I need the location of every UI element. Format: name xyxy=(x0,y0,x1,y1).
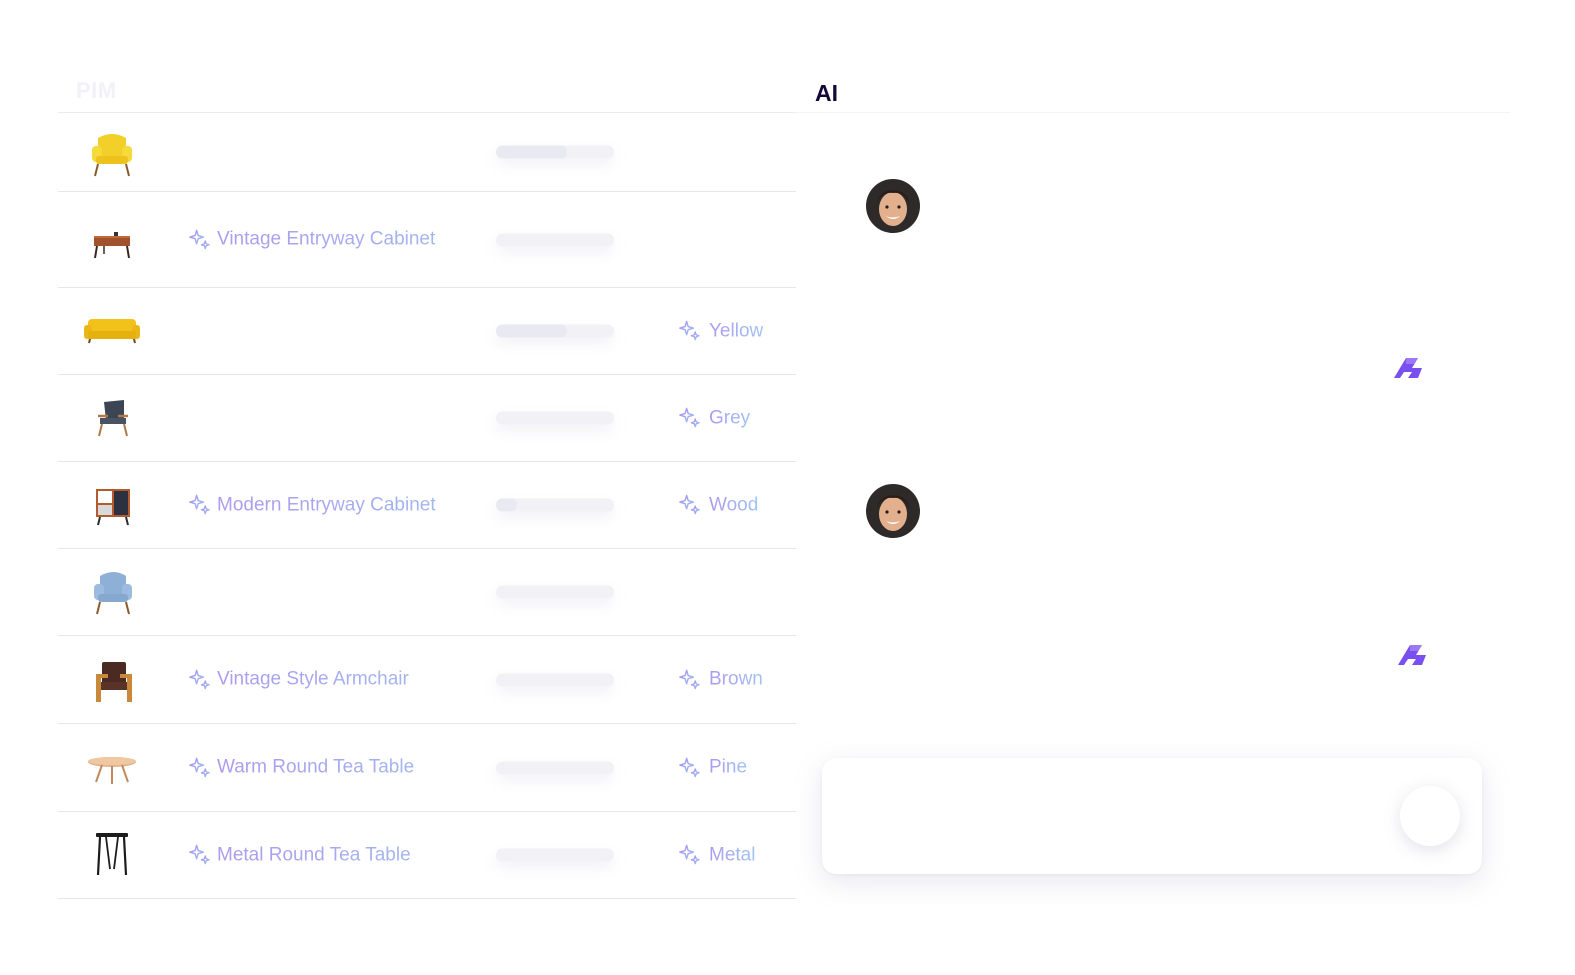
progress-bar-fill xyxy=(496,324,567,338)
product-attribute-text: Brown xyxy=(709,668,763,690)
progress-bar xyxy=(496,233,614,246)
table-row[interactable]: Warm Round Tea Table Pine xyxy=(58,724,796,812)
product-name-text: Warm Round Tea Table xyxy=(217,756,415,778)
product-attribute-text: Grey xyxy=(709,407,751,428)
brand-logo-icon xyxy=(1396,641,1430,669)
product-name: Vintage Style Armchair xyxy=(188,668,409,691)
product-name-text: Vintage Style Armchair xyxy=(217,668,409,690)
ai-sparkle-icon xyxy=(678,494,701,517)
ai-sparkle-icon xyxy=(678,668,701,691)
ai-sparkle-icon xyxy=(188,228,211,251)
product-thumbnail xyxy=(78,477,146,533)
progress-bar-fill xyxy=(496,145,567,159)
product-name: Modern Entryway Cabinet xyxy=(188,494,436,517)
product-thumbnail xyxy=(78,303,146,359)
product-name-text: Metal Round Tea Table xyxy=(217,844,411,865)
progress-bar xyxy=(496,761,614,774)
product-thumbnail xyxy=(78,652,146,708)
product-thumbnail xyxy=(78,740,146,796)
product-attribute: Brown xyxy=(678,668,763,691)
progress-bar xyxy=(496,145,614,159)
product-attribute: Pine xyxy=(678,756,747,779)
product-attribute-text: Pine xyxy=(709,756,748,778)
user-avatar-image xyxy=(866,484,920,538)
user-avatar-image xyxy=(866,179,920,233)
product-table: Vintage Entryway Cabinet Yellow Grey Modern… xyxy=(58,113,796,899)
ai-sparkle-icon xyxy=(188,844,211,867)
product-thumbnail xyxy=(78,390,146,446)
progress-bar xyxy=(496,324,614,338)
product-attribute: Wood xyxy=(678,494,758,517)
progress-bar xyxy=(496,848,614,862)
product-name-text: Vintage Entryway Cabinet xyxy=(217,228,436,250)
ai-header-divider xyxy=(796,112,1510,113)
product-attribute: Yellow xyxy=(678,320,763,343)
progress-bar xyxy=(496,673,614,686)
user-avatar xyxy=(866,484,920,538)
user-avatar xyxy=(866,179,920,233)
table-row[interactable]: Grey xyxy=(58,375,796,462)
product-name: Metal Round Tea Table xyxy=(188,844,411,867)
ai-sparkle-icon xyxy=(678,844,701,867)
send-button[interactable] xyxy=(1400,786,1460,846)
product-attribute: Metal xyxy=(678,844,755,867)
product-thumbnail xyxy=(78,827,146,883)
ai-sparkle-icon xyxy=(188,756,211,779)
pim-panel-title: PIM xyxy=(76,78,117,103)
table-row[interactable]: Modern Entryway Cabinet Wood xyxy=(58,462,796,549)
product-name: Warm Round Tea Table xyxy=(188,756,414,779)
progress-bar-fill xyxy=(496,498,518,512)
product-name-text: Modern Entryway Cabinet xyxy=(217,494,436,515)
ai-sparkle-icon xyxy=(188,494,211,517)
product-thumbnail xyxy=(78,124,146,180)
chat-composer[interactable] xyxy=(822,758,1482,874)
product-attribute-text: Metal xyxy=(709,844,756,865)
ai-sparkle-icon xyxy=(678,407,701,430)
table-row[interactable]: Yellow xyxy=(58,288,796,375)
ai-sparkle-icon xyxy=(188,668,211,691)
ai-sparkle-icon xyxy=(678,756,701,779)
product-thumbnail xyxy=(78,564,146,620)
product-attribute: Grey xyxy=(678,407,750,430)
ai-panel-title: AI xyxy=(815,80,838,106)
product-attribute-text: Wood xyxy=(709,494,759,515)
table-row[interactable] xyxy=(58,113,796,192)
progress-bar xyxy=(496,585,614,599)
table-row[interactable] xyxy=(58,549,796,636)
product-name: Vintage Entryway Cabinet xyxy=(188,228,435,251)
product-attribute-text: Yellow xyxy=(709,320,764,341)
product-thumbnail xyxy=(78,212,146,268)
progress-bar xyxy=(496,411,614,425)
progress-bar xyxy=(496,498,614,512)
ai-sparkle-icon xyxy=(678,320,701,343)
table-row[interactable]: Vintage Entryway Cabinet xyxy=(58,192,796,288)
table-row[interactable]: Vintage Style Armchair Brown xyxy=(58,636,796,724)
brand-logo-icon xyxy=(1392,354,1426,382)
table-row[interactable]: Metal Round Tea Table Metal xyxy=(58,812,796,899)
